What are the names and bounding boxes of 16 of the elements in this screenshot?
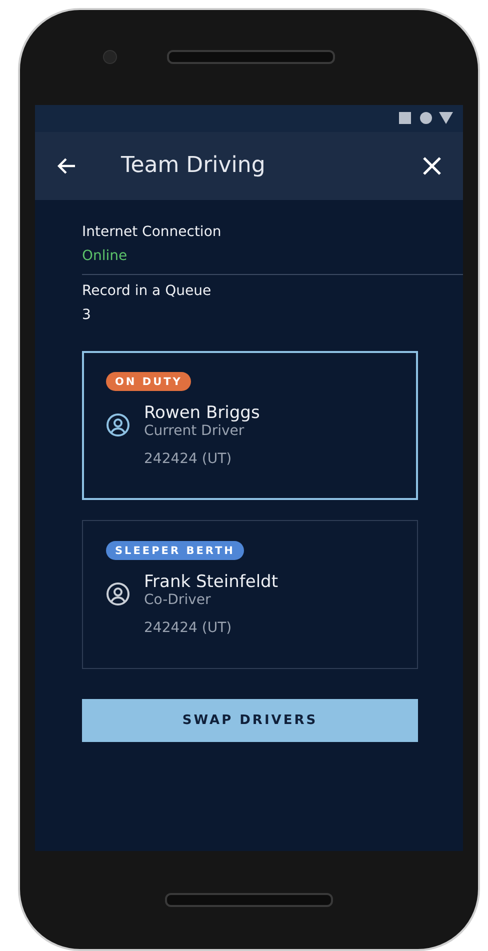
driver-card[interactable]: SLEEPER BERTH Frank Steinfeldt Co-Driver 242424 (UT)	[82, 520, 418, 669]
screen-title: Team Driving	[121, 153, 266, 178]
info-label: Internet Connection	[82, 224, 222, 240]
driver-name: Frank Steinfeldt	[144, 572, 278, 592]
driver-name: Rowen Briggs	[144, 402, 260, 423]
driver-card[interactable]: ON DUTY Rowen Briggs Current Driver 242424 (UT)	[82, 350, 418, 500]
driver-role: Current Driver	[144, 422, 246, 439]
status-badge: ON DUTY	[106, 372, 192, 391]
status-badge: SLEEPER BERTH	[106, 540, 244, 560]
driver-code: 242424 (UT)	[144, 450, 233, 467]
driver-role: Co-Driver	[144, 592, 212, 608]
swap-drivers-button[interactable]: SWAP DRIVERS	[82, 698, 418, 742]
info-value: Online	[82, 248, 128, 264]
info-value: 3	[82, 306, 92, 323]
info-label: Record in a Queue	[82, 282, 212, 299]
driver-code: 242424 (UT)	[144, 620, 233, 636]
